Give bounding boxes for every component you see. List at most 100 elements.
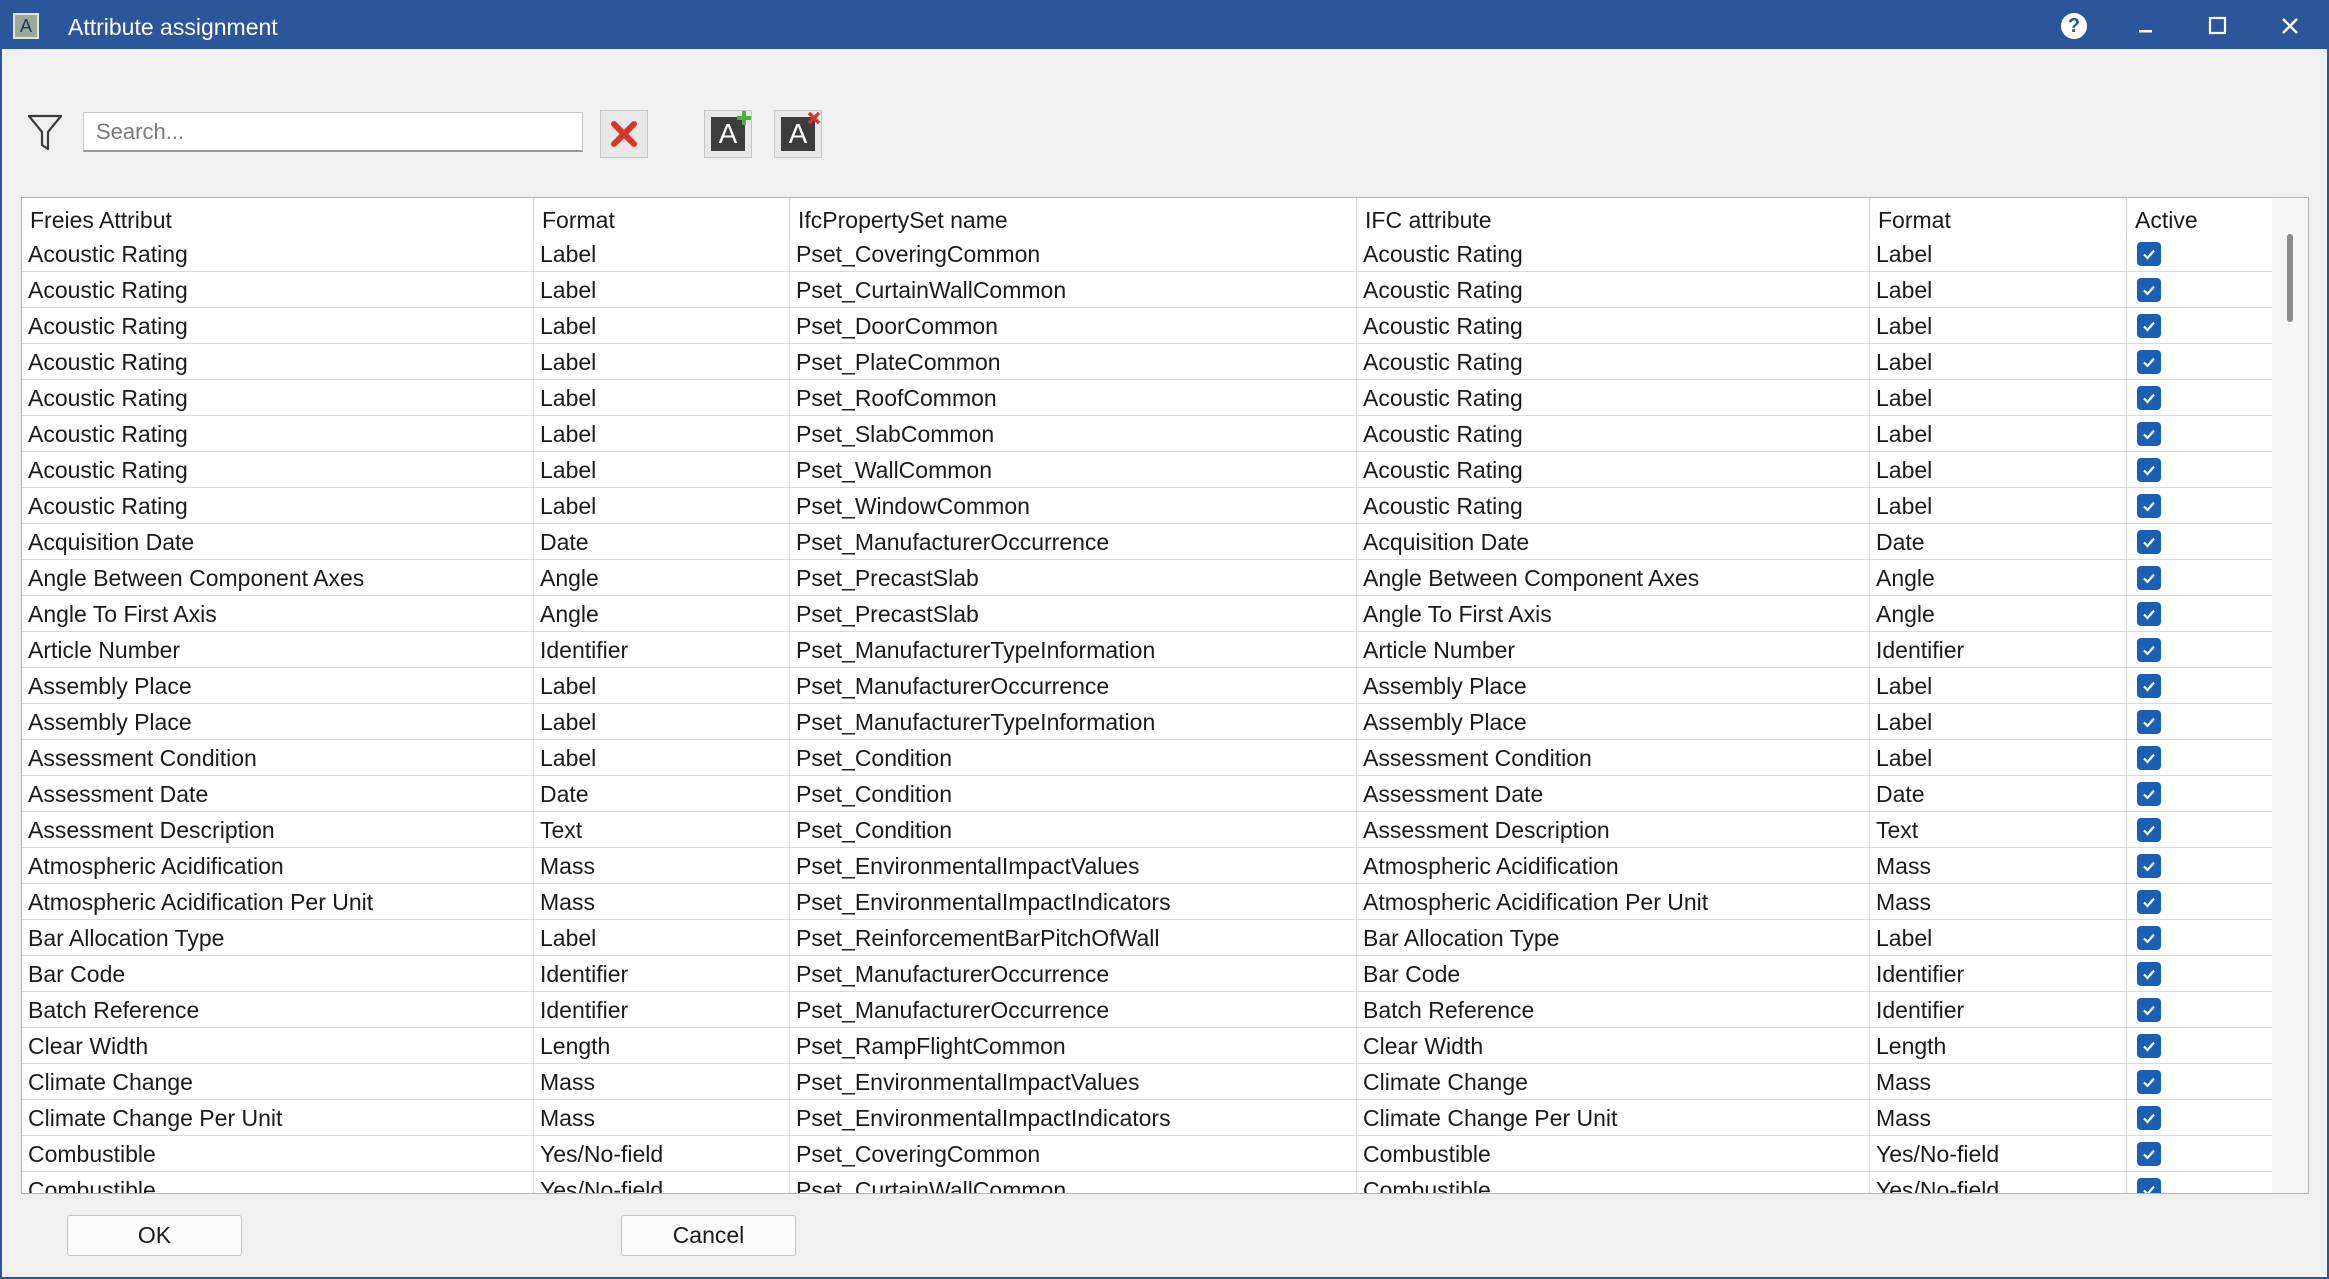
table-row[interactable]: Assessment Condition Label Pset_Condition A… [22, 740, 2272, 776]
property-set-cell[interactable]: Pset_CoveringCommon [789, 1136, 1356, 1171]
property-set-cell[interactable]: Pset_CurtainWallCommon [789, 272, 1356, 307]
property-set-cell[interactable]: Pset_EnvironmentalImpactValues [789, 1064, 1356, 1099]
property-set-cell[interactable]: Pset_SlabCommon [789, 416, 1356, 451]
format-cell[interactable]: Label [533, 236, 789, 271]
freies-attribut-cell[interactable]: Combustible [22, 1172, 533, 1193]
table-row[interactable]: Acoustic Rating Label Pset_WindowCommon Aco… [22, 488, 2272, 524]
table-row[interactable]: Assessment Description Text Pset_Condition… [22, 812, 2272, 848]
ifc-format-cell[interactable]: Yes/No-field [1869, 1172, 2126, 1193]
property-set-cell[interactable]: Pset_CoveringCommon [789, 236, 1356, 271]
ifc-format-cell[interactable]: Label [1869, 668, 2126, 703]
delete-attribute-button[interactable]: A [774, 110, 822, 158]
ifc-attribute-cell[interactable]: Bar Allocation Type [1356, 920, 1869, 955]
freies-attribut-cell[interactable]: Clear Width [22, 1028, 533, 1063]
ifc-attribute-cell[interactable]: Climate Change [1356, 1064, 1869, 1099]
format-cell[interactable]: Label [533, 380, 789, 415]
active-checkbox[interactable] [2137, 1142, 2161, 1166]
freies-attribut-cell[interactable]: Assessment Condition [22, 740, 533, 775]
table-row[interactable]: Atmospheric Acidification Mass Pset_Enviro… [22, 848, 2272, 884]
freies-attribut-cell[interactable]: Acoustic Rating [22, 488, 533, 523]
ifc-attribute-cell[interactable]: Assessment Condition [1356, 740, 1869, 775]
ifc-format-cell[interactable]: Angle [1869, 560, 2126, 595]
table-row[interactable]: Climate Change Mass Pset_EnvironmentalImpa… [22, 1064, 2272, 1100]
ifc-format-cell[interactable]: Date [1869, 524, 2126, 559]
active-checkbox[interactable] [2137, 494, 2161, 518]
ifc-format-cell[interactable]: Identifier [1869, 632, 2126, 667]
format-cell[interactable]: Mass [533, 848, 789, 883]
ifc-attribute-cell[interactable]: Acquisition Date [1356, 524, 1869, 559]
freies-attribut-cell[interactable]: Bar Code [22, 956, 533, 991]
freies-attribut-cell[interactable]: Climate Change [22, 1064, 533, 1099]
ifc-attribute-cell[interactable]: Acoustic Rating [1356, 344, 1869, 379]
table-row[interactable]: Bar Allocation Type Label Pset_Reinforceme… [22, 920, 2272, 956]
ifc-attribute-cell[interactable]: Combustible [1356, 1136, 1869, 1171]
column-header[interactable]: Format [533, 198, 789, 236]
title-bar[interactable]: A Attribute assignment ? [2, 2, 2327, 49]
freies-attribut-cell[interactable]: Batch Reference [22, 992, 533, 1027]
format-cell[interactable]: Label [533, 272, 789, 307]
active-checkbox[interactable] [2137, 602, 2161, 626]
filter-funnel-icon[interactable] [26, 112, 64, 154]
table-row[interactable]: Acquisition Date Date Pset_ManufacturerOcc… [22, 524, 2272, 560]
property-set-cell[interactable]: Pset_ReinforcementBarPitchOfWall [789, 920, 1356, 955]
ifc-attribute-cell[interactable]: Climate Change Per Unit [1356, 1100, 1869, 1135]
active-checkbox[interactable] [2137, 638, 2161, 662]
property-set-cell[interactable]: Pset_Condition [789, 740, 1356, 775]
ifc-attribute-cell[interactable]: Article Number [1356, 632, 1869, 667]
active-checkbox[interactable] [2137, 458, 2161, 482]
ifc-format-cell[interactable]: Date [1869, 776, 2126, 811]
active-checkbox[interactable] [2137, 386, 2161, 410]
active-checkbox[interactable] [2137, 350, 2161, 374]
active-checkbox[interactable] [2137, 818, 2161, 842]
ifc-attribute-cell[interactable]: Atmospheric Acidification [1356, 848, 1869, 883]
format-cell[interactable]: Label [533, 704, 789, 739]
property-set-cell[interactable]: Pset_RampFlightCommon [789, 1028, 1356, 1063]
close-button[interactable] [2254, 2, 2326, 49]
freies-attribut-cell[interactable]: Angle To First Axis [22, 596, 533, 631]
active-checkbox[interactable] [2137, 278, 2161, 302]
property-set-cell[interactable]: Pset_EnvironmentalImpactValues [789, 848, 1356, 883]
table-row[interactable]: Acoustic Rating Label Pset_RoofCommon Acous… [22, 380, 2272, 416]
table-row[interactable]: Combustible Yes/No-field Pset_CoveringComm… [22, 1136, 2272, 1172]
property-set-cell[interactable]: Pset_PlateCommon [789, 344, 1356, 379]
freies-attribut-cell[interactable]: Acoustic Rating [22, 272, 533, 307]
property-set-cell[interactable]: Pset_EnvironmentalImpactIndicators [789, 884, 1356, 919]
freies-attribut-cell[interactable]: Bar Allocation Type [22, 920, 533, 955]
maximize-button[interactable] [2182, 2, 2254, 49]
table-row[interactable]: Batch Reference Identifier Pset_Manufactur… [22, 992, 2272, 1028]
ifc-format-cell[interactable]: Label [1869, 740, 2126, 775]
format-cell[interactable]: Label [533, 920, 789, 955]
freies-attribut-cell[interactable]: Climate Change Per Unit [22, 1100, 533, 1135]
format-cell[interactable]: Angle [533, 596, 789, 631]
column-header[interactable]: IFC attribute [1356, 198, 1869, 236]
format-cell[interactable]: Yes/No-field [533, 1172, 789, 1193]
property-set-cell[interactable]: Pset_WindowCommon [789, 488, 1356, 523]
table-row[interactable]: Acoustic Rating Label Pset_SlabCommon Acous… [22, 416, 2272, 452]
format-cell[interactable]: Date [533, 524, 789, 559]
format-cell[interactable]: Date [533, 776, 789, 811]
active-checkbox[interactable] [2137, 314, 2161, 338]
ifc-format-cell[interactable]: Mass [1869, 1100, 2126, 1135]
property-set-cell[interactable]: Pset_ManufacturerOccurrence [789, 524, 1356, 559]
freies-attribut-cell[interactable]: Acoustic Rating [22, 236, 533, 271]
freies-attribut-cell[interactable]: Acoustic Rating [22, 452, 533, 487]
ifc-attribute-cell[interactable]: Acoustic Rating [1356, 488, 1869, 523]
vertical-scrollbar[interactable] [2272, 198, 2308, 1193]
active-checkbox[interactable] [2137, 1106, 2161, 1130]
freies-attribut-cell[interactable]: Combustible [22, 1136, 533, 1171]
property-set-cell[interactable]: Pset_ManufacturerTypeInformation [789, 632, 1356, 667]
help-button[interactable]: ? [2038, 2, 2110, 49]
table-row[interactable]: Assessment Date Date Pset_Condition Assessm… [22, 776, 2272, 812]
ifc-format-cell[interactable]: Label [1869, 308, 2126, 343]
ifc-format-cell[interactable]: Mass [1869, 848, 2126, 883]
format-cell[interactable]: Identifier [533, 992, 789, 1027]
freies-attribut-cell[interactable]: Assessment Description [22, 812, 533, 847]
ok-button[interactable]: OK [67, 1215, 242, 1256]
ifc-attribute-cell[interactable]: Clear Width [1356, 1028, 1869, 1063]
ifc-format-cell[interactable]: Label [1869, 236, 2126, 271]
active-checkbox[interactable] [2137, 242, 2161, 266]
active-checkbox[interactable] [2137, 674, 2161, 698]
ifc-format-cell[interactable]: Label [1869, 344, 2126, 379]
freies-attribut-cell[interactable]: Article Number [22, 632, 533, 667]
ifc-attribute-cell[interactable]: Assembly Place [1356, 704, 1869, 739]
